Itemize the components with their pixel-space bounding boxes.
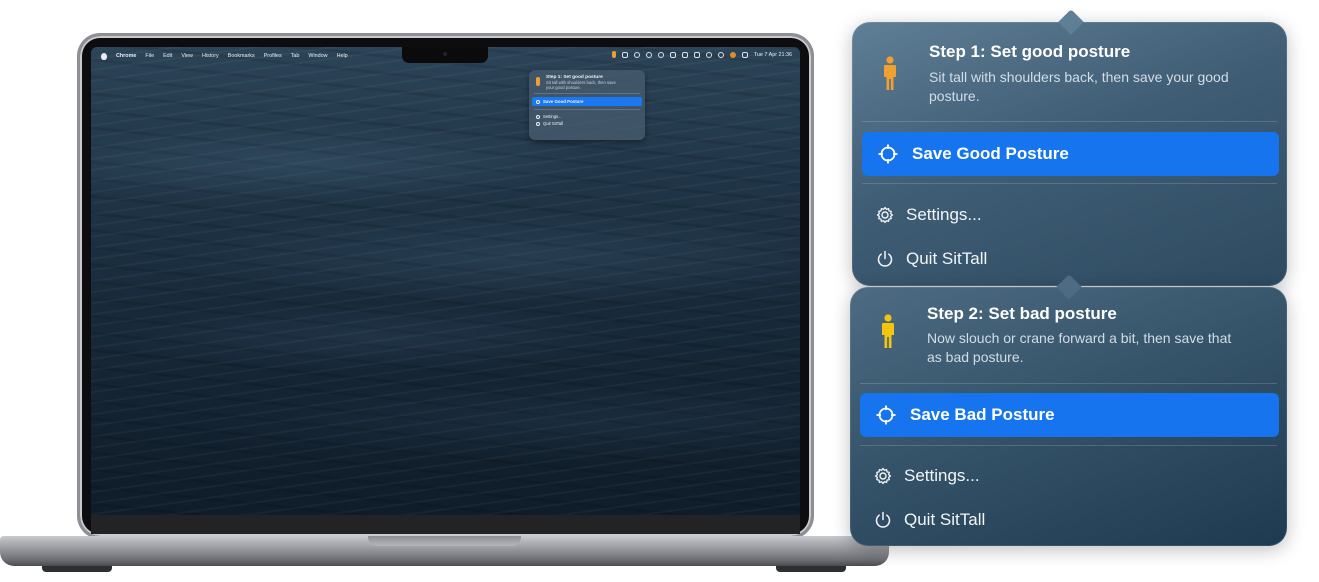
mini-sittall-menu: Step 1: Set good posture Sit tall with s… (529, 70, 645, 140)
status-icon[interactable] (621, 51, 628, 58)
settings-item[interactable]: Settings... (874, 463, 1277, 489)
person-icon (880, 314, 896, 352)
step2-title: Step 2: Set bad posture (927, 304, 1117, 323)
step2-description: Now slouch or crane forward a bit, then … (927, 330, 1232, 365)
power-icon (877, 250, 893, 267)
step1-menu: Step 1: Set good posture Sit tall with s… (852, 9, 1287, 286)
control-center-icon[interactable] (729, 51, 736, 58)
quit-item[interactable]: Quit SitTall (874, 507, 1277, 533)
laptop-foot (776, 566, 846, 572)
power-icon (875, 511, 891, 528)
menu-bar-clock[interactable]: Tue 7 Apr 21:36 (754, 52, 792, 58)
status-icon[interactable] (645, 51, 652, 58)
crosshair-icon (876, 405, 896, 425)
save-good-posture-button[interactable]: Save Good Posture (862, 132, 1279, 176)
status-bar: Tue 7 Apr 21:36 (611, 51, 792, 58)
menu-help[interactable]: Help (337, 53, 348, 59)
quit-item[interactable]: Quit SitTall (876, 246, 1277, 272)
mini-save-button[interactable]: Save Good Posture (532, 97, 642, 107)
divider (534, 109, 640, 111)
wifi-icon[interactable] (705, 51, 712, 58)
quit-label: Quit SitTall (904, 510, 986, 529)
menu-history[interactable]: History (202, 53, 219, 59)
save-bad-posture-button[interactable]: Save Bad Posture (860, 393, 1279, 437)
divider (860, 383, 1277, 384)
save-bad-posture-label: Save Bad Posture (910, 405, 1055, 424)
mini-save-label: Save Good Posture (543, 99, 584, 105)
menu-profiles[interactable]: Profiles (264, 53, 282, 59)
status-icon[interactable] (657, 51, 664, 58)
status-icon[interactable] (669, 51, 676, 58)
step1-title: Step 1: Set good posture (929, 42, 1131, 61)
divider (860, 445, 1277, 446)
laptop-base (0, 536, 889, 566)
settings-item[interactable]: Settings... (876, 202, 1277, 228)
desktop-screen: Chrome File Edit View History Bookmarks … (91, 47, 800, 515)
status-icon[interactable] (681, 51, 688, 58)
mini-settings-item[interactable]: Settings... (532, 113, 642, 120)
menu-window[interactable]: Window (308, 53, 327, 59)
settings-label: Settings... (906, 205, 982, 224)
person-icon (536, 77, 540, 86)
laptop-foot (42, 566, 112, 572)
step1-description: Sit tall with shoulders back, then save … (929, 69, 1229, 104)
gear-icon (876, 206, 894, 224)
mini-menu-header: Step 1: Set good posture Sit tall with s… (532, 74, 642, 90)
sittall-status-icon[interactable] (611, 51, 616, 58)
gear-icon (874, 467, 892, 485)
divider (862, 121, 1277, 122)
mini-quit-item[interactable]: Quit SitTall (532, 120, 642, 127)
status-icon[interactable] (741, 51, 748, 58)
step2-menu: Step 2: Set bad posture Now slouch or cr… (850, 274, 1287, 546)
menu-file[interactable]: File (145, 53, 154, 59)
camera-notch (402, 47, 488, 63)
crosshair-icon (536, 99, 540, 104)
menu-view[interactable]: View (181, 53, 193, 59)
menu-edit[interactable]: Edit (163, 53, 172, 59)
quit-label: Quit SitTall (906, 249, 988, 268)
crosshair-icon (878, 144, 898, 164)
battery-icon[interactable] (693, 51, 700, 58)
screen-bezel-bottom (91, 515, 800, 534)
menu-bookmarks[interactable]: Bookmarks (228, 53, 255, 59)
person-icon (882, 56, 898, 94)
status-icon[interactable] (633, 51, 640, 58)
apple-icon[interactable] (101, 52, 107, 60)
power-icon (536, 121, 540, 126)
menu-app-name[interactable]: Chrome (116, 53, 136, 59)
mini-settings-label: Settings... (543, 114, 562, 120)
menu-tab[interactable]: Tab (291, 53, 300, 59)
gear-icon (536, 114, 540, 119)
divider (862, 183, 1277, 184)
save-good-posture-label: Save Good Posture (912, 144, 1069, 163)
mini-menu-description: Sit tall with shoulders back, then save … (546, 80, 616, 91)
divider (534, 93, 640, 95)
mini-quit-label: Quit SitTall (543, 121, 564, 127)
settings-label: Settings... (904, 466, 980, 485)
popover-arrow (1058, 9, 1084, 35)
search-icon[interactable] (717, 51, 724, 58)
